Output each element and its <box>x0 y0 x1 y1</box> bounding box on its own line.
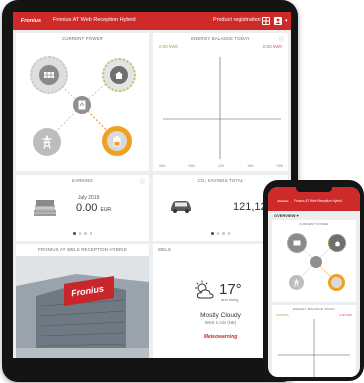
house-node[interactable] <box>102 58 136 92</box>
x-tick: 12h <box>217 164 225 168</box>
grid-pylon-icon <box>42 135 52 149</box>
phone-pv-node[interactable] <box>287 233 307 253</box>
app-bar: Fronius Fronius AT Web Reception Hybrid … <box>13 12 291 30</box>
sun-cloud-icon <box>195 280 214 299</box>
photo-card: FRONIUS AT WELS RECEPTION HYBRID Fronius <box>16 244 149 358</box>
money-icon <box>34 200 56 216</box>
system-name[interactable]: Fronius AT Web Reception Hybrid <box>53 17 136 23</box>
battery-icon <box>107 131 127 151</box>
phone-energy-balance-card: ENERGY BALANCE TODAY 0.00 kWh 0.00 kWh <box>272 305 356 377</box>
x-tick: 00h <box>159 164 166 168</box>
earning-unit: EUR <box>100 207 112 213</box>
photo-card-title: FRONIUS AT WELS RECEPTION HYBRID <box>38 247 127 252</box>
inverter-node[interactable] <box>73 96 91 114</box>
pv-panel-icon <box>293 240 301 246</box>
earning-amount: 0.00 EUR <box>76 202 111 214</box>
grid-pylon-icon <box>293 278 300 287</box>
phone-inverter-node[interactable] <box>310 256 322 268</box>
fronius-logo[interactable]: Fronius <box>18 16 44 26</box>
phone-grid-node[interactable] <box>289 275 304 290</box>
weather-temp-sub: and rising <box>221 297 239 302</box>
car-icon <box>171 201 191 213</box>
energy-balance-chart <box>163 57 281 159</box>
phone-battery-node[interactable] <box>328 274 345 291</box>
product-registration-link[interactable]: Product registration <box>213 17 261 23</box>
energy-x-axis: 00h 06h 12h 18h 00h <box>159 164 283 168</box>
battery-icon <box>331 277 342 288</box>
x-tick: 00h <box>276 164 283 168</box>
weather-temperature: 17° <box>219 281 242 298</box>
grid-menu-icon[interactable] <box>262 17 270 25</box>
current-power-card: CURRENT POWER <box>16 33 149 171</box>
building-photo <box>16 256 149 358</box>
earning-pager[interactable] <box>16 232 149 235</box>
phone-screen: Fronius Fronius AT Web Reception Hybrid … <box>268 187 360 377</box>
phone-energy-chart <box>278 319 350 377</box>
phone-current-power-card: CURRENT POWER <box>272 220 356 302</box>
house-icon <box>334 240 340 246</box>
pv-panel-icon <box>39 65 59 85</box>
x-tick: 06h <box>188 164 195 168</box>
battery-node[interactable] <box>102 126 132 156</box>
phone-fronius-logo[interactable]: Fronius <box>276 198 290 204</box>
phone-system-name[interactable]: Fronius AT Web Reception Hybrid <box>294 199 342 203</box>
house-icon <box>110 66 128 84</box>
phone-house-node[interactable] <box>328 234 346 252</box>
phone-overview-tab[interactable]: OVERVIEW ▾ <box>274 213 299 218</box>
chevron-down-icon[interactable]: ▾ <box>285 18 288 24</box>
x-tick: 18h <box>247 164 254 168</box>
tablet-screen: Fronius Fronius AT Web Reception Hybrid … <box>13 12 291 358</box>
user-icon[interactable] <box>274 17 282 25</box>
phone-notch <box>296 187 332 192</box>
info-icon[interactable]: ⓘ <box>140 178 145 185</box>
earning-title: EARNING <box>72 178 93 183</box>
earning-card: EARNING ⓘ July 2019 0.00 EUR <box>16 175 149 241</box>
earning-value: 0.00 <box>76 202 98 214</box>
pv-node[interactable] <box>30 56 68 94</box>
grid-node[interactable] <box>33 128 61 156</box>
earning-period: July 2019 <box>78 195 100 201</box>
energy-balance-card: ENERGY BALANCE TODAY ⓘ 0.00 kWh 0.00 kWh… <box>153 33 288 171</box>
